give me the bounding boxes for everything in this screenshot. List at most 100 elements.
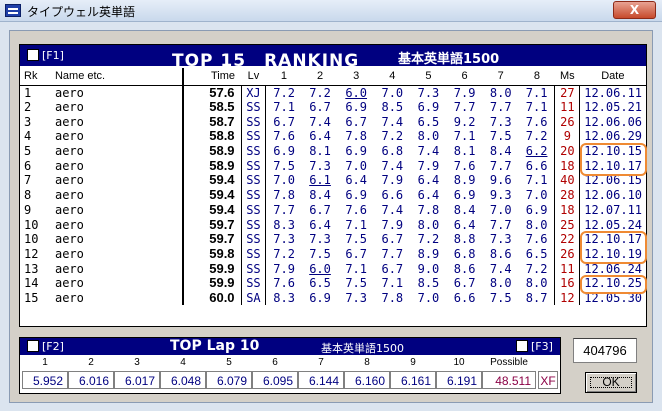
lap-time-cell: 7.2 xyxy=(273,85,295,100)
ranking-row: 9 aero 59.4 SS 7.7 6.7 7.6 7.4 7.8 8.4 7.0 6.9 18 12.… xyxy=(20,202,646,218)
lap-time-cell: 7.0 xyxy=(417,290,440,305)
lap-time-cell: 6.5 xyxy=(309,276,331,291)
lap-time-cell: 6.4 xyxy=(345,173,368,188)
lap-time-cell: 7.0 xyxy=(489,202,512,217)
col-header-lap: 8 xyxy=(518,68,555,86)
lap-time-cell: 7.0 xyxy=(525,188,548,203)
name-cell: aero xyxy=(50,114,185,130)
level-cell: SS xyxy=(240,99,267,115)
lap-time-cell: 7.9 xyxy=(273,261,295,276)
time-cell: 59.9 xyxy=(209,275,235,291)
lap-time-cell: 6.7 xyxy=(309,100,331,115)
ranking-row: 8 aero 59.4 SS 7.8 8.4 6.9 6.6 6.4 6.9 9.3 7.0 28 12.… xyxy=(20,187,646,203)
lap-time-cell: 7.4 xyxy=(381,202,404,217)
rank-cell: 3 xyxy=(24,114,32,129)
lap-time-cell: 8.6 xyxy=(453,261,476,276)
level-cell: SS xyxy=(240,187,267,203)
lap-number: 9 xyxy=(410,357,416,368)
miss-cell: 26 xyxy=(554,246,580,262)
lap-time-cell: 7.2 xyxy=(309,85,331,100)
date-cell: 12.06.11 xyxy=(579,85,646,100)
lap-number: 1 xyxy=(42,357,48,368)
name-cell: aero xyxy=(50,202,185,218)
miss-cell: 16 xyxy=(554,275,580,291)
score-display: 404796 xyxy=(573,338,637,363)
lap-time-cell: 7.1 xyxy=(273,100,295,115)
miss-cell: 40 xyxy=(554,173,580,188)
rank-cell: 13 xyxy=(24,261,39,276)
ok-button[interactable]: OK xyxy=(585,372,637,393)
lap-time-cell: 8.1 xyxy=(453,144,476,159)
name-cell: aero xyxy=(50,99,185,115)
lap-time-cell: 6.4 xyxy=(453,217,476,232)
level-cell: SS xyxy=(240,143,267,159)
lap-number: 4 xyxy=(180,357,186,368)
miss-cell: 12 xyxy=(554,290,580,306)
name-cell: aero xyxy=(50,261,185,276)
col-header-rank: Rk xyxy=(20,68,51,86)
level-cell: SS xyxy=(240,261,267,276)
date-highlight-box xyxy=(579,274,647,294)
lap-time-cell: 6.9 xyxy=(345,144,368,159)
level-cell: SS xyxy=(240,173,267,188)
time-cell: 59.7 xyxy=(209,217,235,232)
f2-checkbox[interactable] xyxy=(27,340,39,352)
lap-time-cell: 7.2 xyxy=(381,129,404,144)
lap-time-cell: 7.3 xyxy=(489,114,512,129)
col-header-lap: 6 xyxy=(446,68,483,86)
lap-value: 6.144 xyxy=(298,371,344,389)
lap-time-cell: 6.6 xyxy=(453,290,476,305)
app-icon xyxy=(5,4,21,17)
miss-cell: 27 xyxy=(554,85,580,100)
name-cell: aero xyxy=(50,129,185,144)
possible-header: Possible xyxy=(490,357,528,368)
lap-time-cell: 8.9 xyxy=(453,173,476,188)
level-cell: SS xyxy=(240,114,267,130)
lap-number: 3 xyxy=(134,357,140,368)
name-cell: aero xyxy=(50,246,185,262)
col-header-lap: 1 xyxy=(265,68,302,86)
lap-time-cell: 6.0 xyxy=(345,85,368,100)
col-header-lap: 2 xyxy=(301,68,339,86)
col-header-name: Name etc. xyxy=(50,68,185,86)
date-highlight-box xyxy=(579,230,647,265)
lap-time-cell: 7.8 xyxy=(273,188,295,203)
close-button[interactable]: X xyxy=(613,1,656,19)
date-cell: 12.06.29 xyxy=(579,129,646,144)
f3-checkbox[interactable] xyxy=(516,340,528,352)
lap-time-cell: 6.7 xyxy=(309,202,331,217)
lap-time-cell: 7.7 xyxy=(489,158,512,173)
col-header-date: Date xyxy=(579,68,646,86)
rank-cell: 7 xyxy=(24,173,32,188)
lap-time-cell: 7.8 xyxy=(381,290,404,305)
name-cell: aero xyxy=(50,85,185,100)
lap-time-cell: 6.1 xyxy=(309,173,331,188)
level-cell: XJ xyxy=(240,85,267,100)
ranking-row: 7 aero 59.4 SS 7.0 6.1 6.4 7.9 6.4 8.9 9.6 7.1 40 12.… xyxy=(20,173,646,188)
lap-header: [F2] TOP Lap 10 基本英単語1500 [F3] xyxy=(20,338,560,355)
lap-time-cell: 7.1 xyxy=(381,276,404,291)
lap-time-cell: 7.3 xyxy=(273,232,295,247)
lap-time-cell: 7.3 xyxy=(309,158,331,173)
lap-time-cell: 7.4 xyxy=(309,114,331,129)
lap-time-cell: 6.7 xyxy=(381,261,404,276)
miss-cell: 25 xyxy=(554,217,580,232)
lap-time-cell: 8.0 xyxy=(489,276,512,291)
lap-time-cell: 6.4 xyxy=(417,188,440,203)
date-cell: 12.05.21 xyxy=(579,99,646,115)
col-header-lap: 5 xyxy=(410,68,447,86)
rank-cell: 2 xyxy=(24,100,32,115)
time-cell: 59.4 xyxy=(209,187,235,203)
rank-cell: 14 xyxy=(24,276,39,291)
lap-time-cell: 9.6 xyxy=(489,173,512,188)
f1-checkbox[interactable] xyxy=(27,49,39,61)
lap-time-cell: 7.1 xyxy=(345,261,368,276)
lap-time-cell: 7.3 xyxy=(309,232,331,247)
possible-value: 48.511 xyxy=(482,371,536,389)
lap-time-cell: 8.0 xyxy=(525,276,548,291)
level-cell: SS xyxy=(240,275,267,291)
name-cell: aero xyxy=(50,187,185,203)
time-cell: 58.7 xyxy=(209,114,235,129)
lap-time-cell: 8.4 xyxy=(309,188,331,203)
lap-value: 6.095 xyxy=(252,371,298,389)
